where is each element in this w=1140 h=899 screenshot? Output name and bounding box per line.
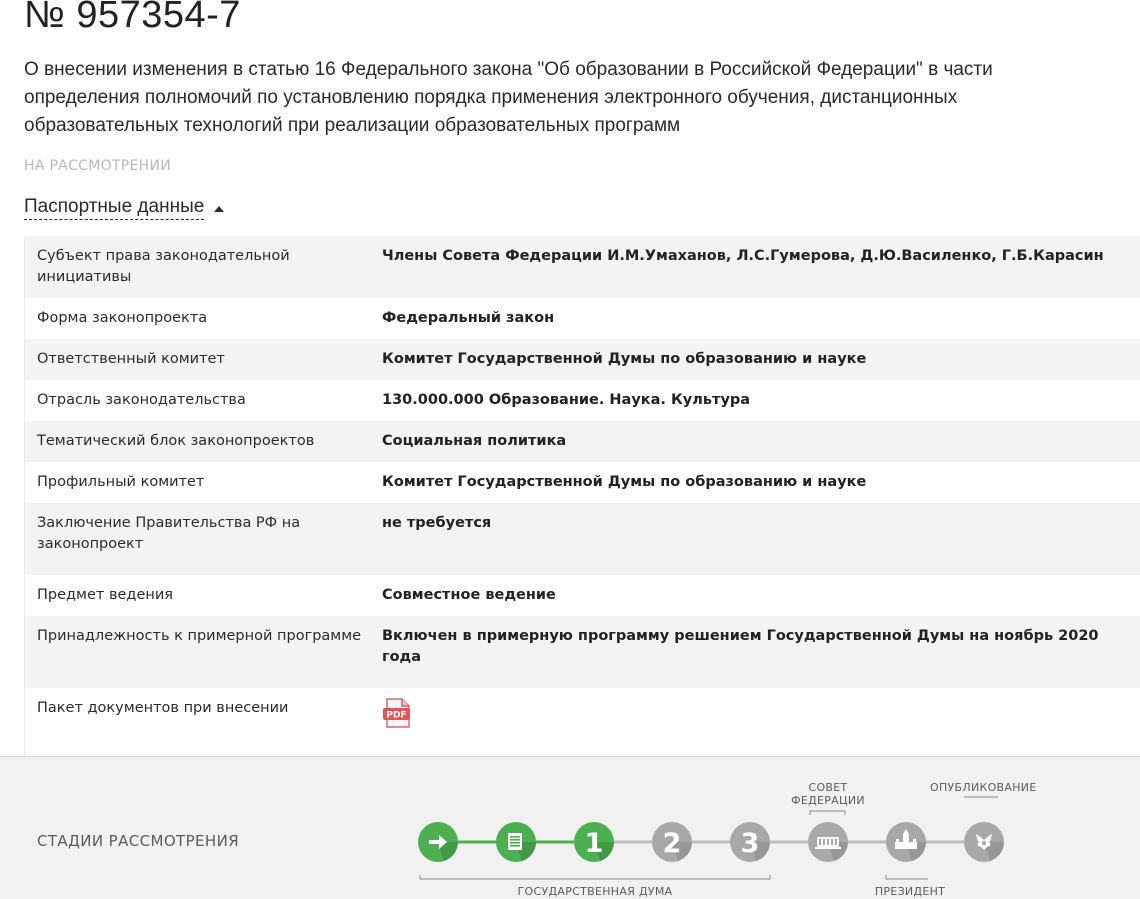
row-key: Принадлежность к примерной программе	[37, 628, 362, 644]
stage-number: 1	[585, 828, 604, 859]
table-row: Тематический блок законопроектов Социаль…	[25, 421, 1140, 462]
pdf-icon-text: PDF	[386, 711, 406, 721]
table-row: Ответственный комитет Комитет Государств…	[25, 339, 1140, 380]
stage-second-reading[interactable]: 2	[652, 822, 692, 862]
table-row: Принадлежность к примерной программе Вкл…	[25, 616, 1140, 688]
row-value: PDF	[382, 698, 1128, 735]
stages-panel: СТАДИИ РАССМОТРЕНИЯ СОВЕТ ФЕДЕРАЦИИ ОПУБ…	[0, 756, 1140, 899]
row-value: Включен в примерную программу решением Г…	[382, 628, 1099, 665]
stage-federation-council[interactable]	[808, 822, 848, 862]
table-row: Пакет документов при внесении PDF	[25, 688, 1140, 761]
stages-timeline: 1 2 3	[418, 796, 1004, 880]
passport-table: Субъект права законодательной инициативы…	[24, 236, 1140, 762]
table-row: Отрасль законодательства 130.000.000 Обр…	[25, 380, 1140, 421]
row-value: Совместное ведение	[382, 587, 556, 603]
row-key: Отрасль законодательства	[37, 392, 246, 408]
row-key: Субъект права законодательной инициативы	[37, 248, 290, 285]
bracket-president	[885, 875, 928, 880]
table-row: Профильный комитет Комитет Государственн…	[25, 462, 1140, 503]
bill-title: О внесении изменения в статью 16 Федерал…	[24, 59, 993, 136]
stage-publication[interactable]	[964, 822, 1004, 862]
table-row: Субъект права законодательной инициативы…	[25, 236, 1140, 298]
status-badge: НА РАССМОТРЕНИИ	[24, 158, 172, 174]
row-value: Социальная политика	[382, 433, 567, 449]
passport-toggle[interactable]: Паспортные данные	[24, 196, 225, 220]
row-key: Профильный комитет	[37, 474, 205, 490]
bill-number: № 957354-7	[24, 0, 241, 36]
table-row: Форма законопроекта Федеральный закон	[25, 298, 1140, 339]
row-key: Форма законопроекта	[37, 310, 208, 326]
row-value: Члены Совета Федерации И.М.Умаханов, Л.С…	[382, 248, 1104, 264]
stage-introduction[interactable]	[418, 822, 458, 862]
table-row: Предмет ведения Совместное ведение	[25, 575, 1140, 616]
caret-up-icon[interactable]	[214, 206, 225, 212]
row-key: Заключение Правительства РФ на законопро…	[37, 515, 301, 552]
row-key: Ответственный комитет	[37, 351, 225, 367]
parliament-building-icon	[815, 837, 841, 849]
table-row: Заключение Правительства РФ на законопро…	[25, 503, 1140, 575]
stage-first-reading[interactable]: 1	[574, 822, 614, 862]
row-key: Пакет документов при внесении	[37, 700, 289, 716]
stage-number: 3	[741, 828, 760, 859]
row-key: Предмет ведения	[37, 587, 174, 603]
row-value: Комитет Государственной Думы по образова…	[382, 474, 867, 490]
row-key: Тематический блок законопроектов	[37, 433, 315, 449]
stage-preliminary[interactable]	[496, 822, 536, 862]
stage-president[interactable]	[886, 822, 926, 862]
bracket-state-duma	[419, 875, 771, 880]
bracket-federation-council	[809, 810, 846, 815]
stage-third-reading[interactable]: 3	[730, 822, 770, 862]
row-value: Комитет Государственной Думы по образова…	[382, 351, 867, 367]
passport-toggle-label[interactable]: Паспортные данные	[24, 196, 205, 220]
row-value: Федеральный закон	[382, 310, 555, 326]
row-value: 130.000.000 Образование. Наука. Культура	[382, 392, 751, 408]
stage-number: 2	[663, 828, 682, 859]
pdf-icon[interactable]: PDF	[382, 698, 414, 728]
document-check-icon	[508, 833, 522, 850]
row-value: не требуется	[382, 515, 492, 531]
